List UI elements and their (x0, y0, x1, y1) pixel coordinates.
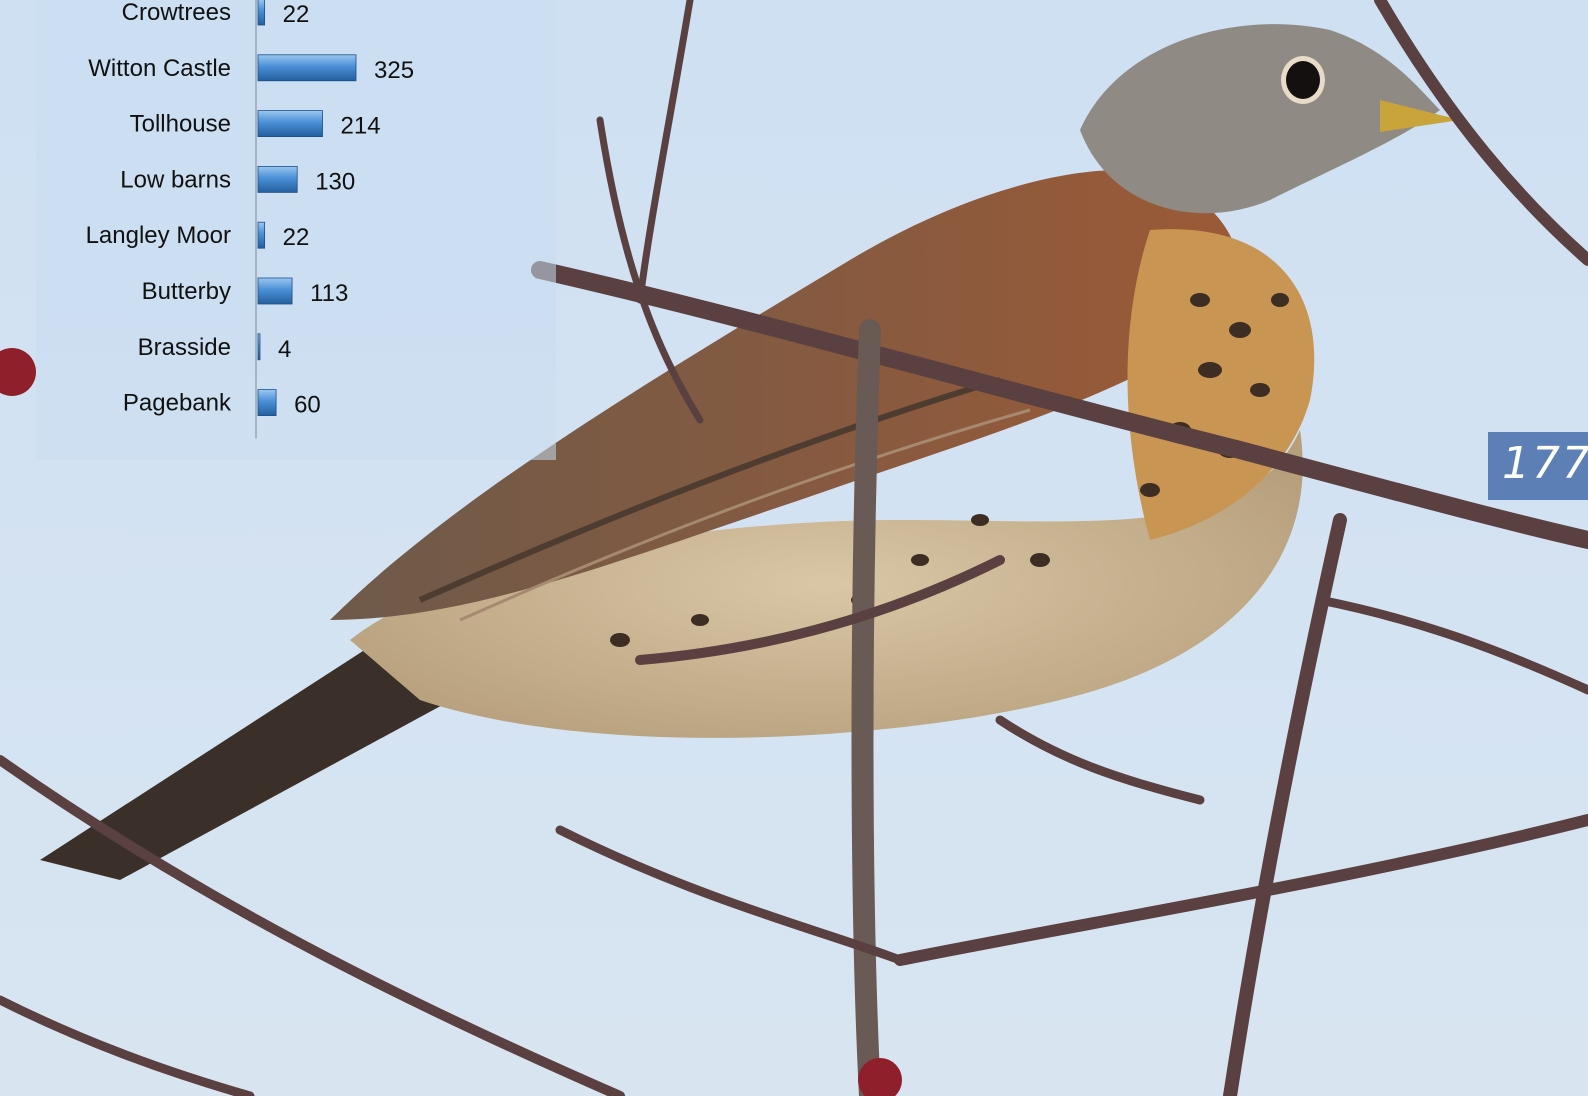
bar (257, 221, 266, 249)
bar (257, 165, 298, 193)
value-label: 214 (341, 113, 381, 140)
value-label: 4 (278, 336, 291, 363)
bar (257, 110, 323, 137)
page-number-badge: 177 (1488, 432, 1588, 500)
category-label: Tollhouse (130, 111, 231, 138)
value-label: 60 (294, 392, 321, 419)
category-label: Witton Castle (88, 55, 231, 82)
value-label: 130 (315, 168, 355, 195)
category-label: Butterby (142, 278, 231, 305)
chart-bars (257, 0, 357, 417)
category-label: Crowtrees (122, 0, 231, 26)
chart-category-labels: Crowtrees Witton Castle Tollhouse Low barns… (86, 0, 232, 417)
bar (257, 277, 293, 305)
value-label: 22 (283, 224, 310, 251)
bar (257, 333, 261, 361)
bar (257, 0, 266, 26)
bar (257, 54, 357, 82)
category-label: Pagebank (123, 390, 232, 417)
horizontal-bar-chart: Crowtrees Witton Castle Tollhouse Low barns… (86, 0, 414, 439)
category-label: Brasside (138, 334, 231, 361)
category-label: Langley Moor (86, 222, 231, 249)
chart-panel: Crowtrees Witton Castle Tollhouse Low barns… (36, 0, 556, 460)
value-label: 22 (283, 1, 310, 28)
value-label: 325 (374, 57, 414, 84)
value-label: 113 (310, 280, 348, 307)
category-label: Low barns (120, 166, 231, 193)
page-number: 177 (1502, 438, 1588, 489)
bar (257, 389, 277, 417)
